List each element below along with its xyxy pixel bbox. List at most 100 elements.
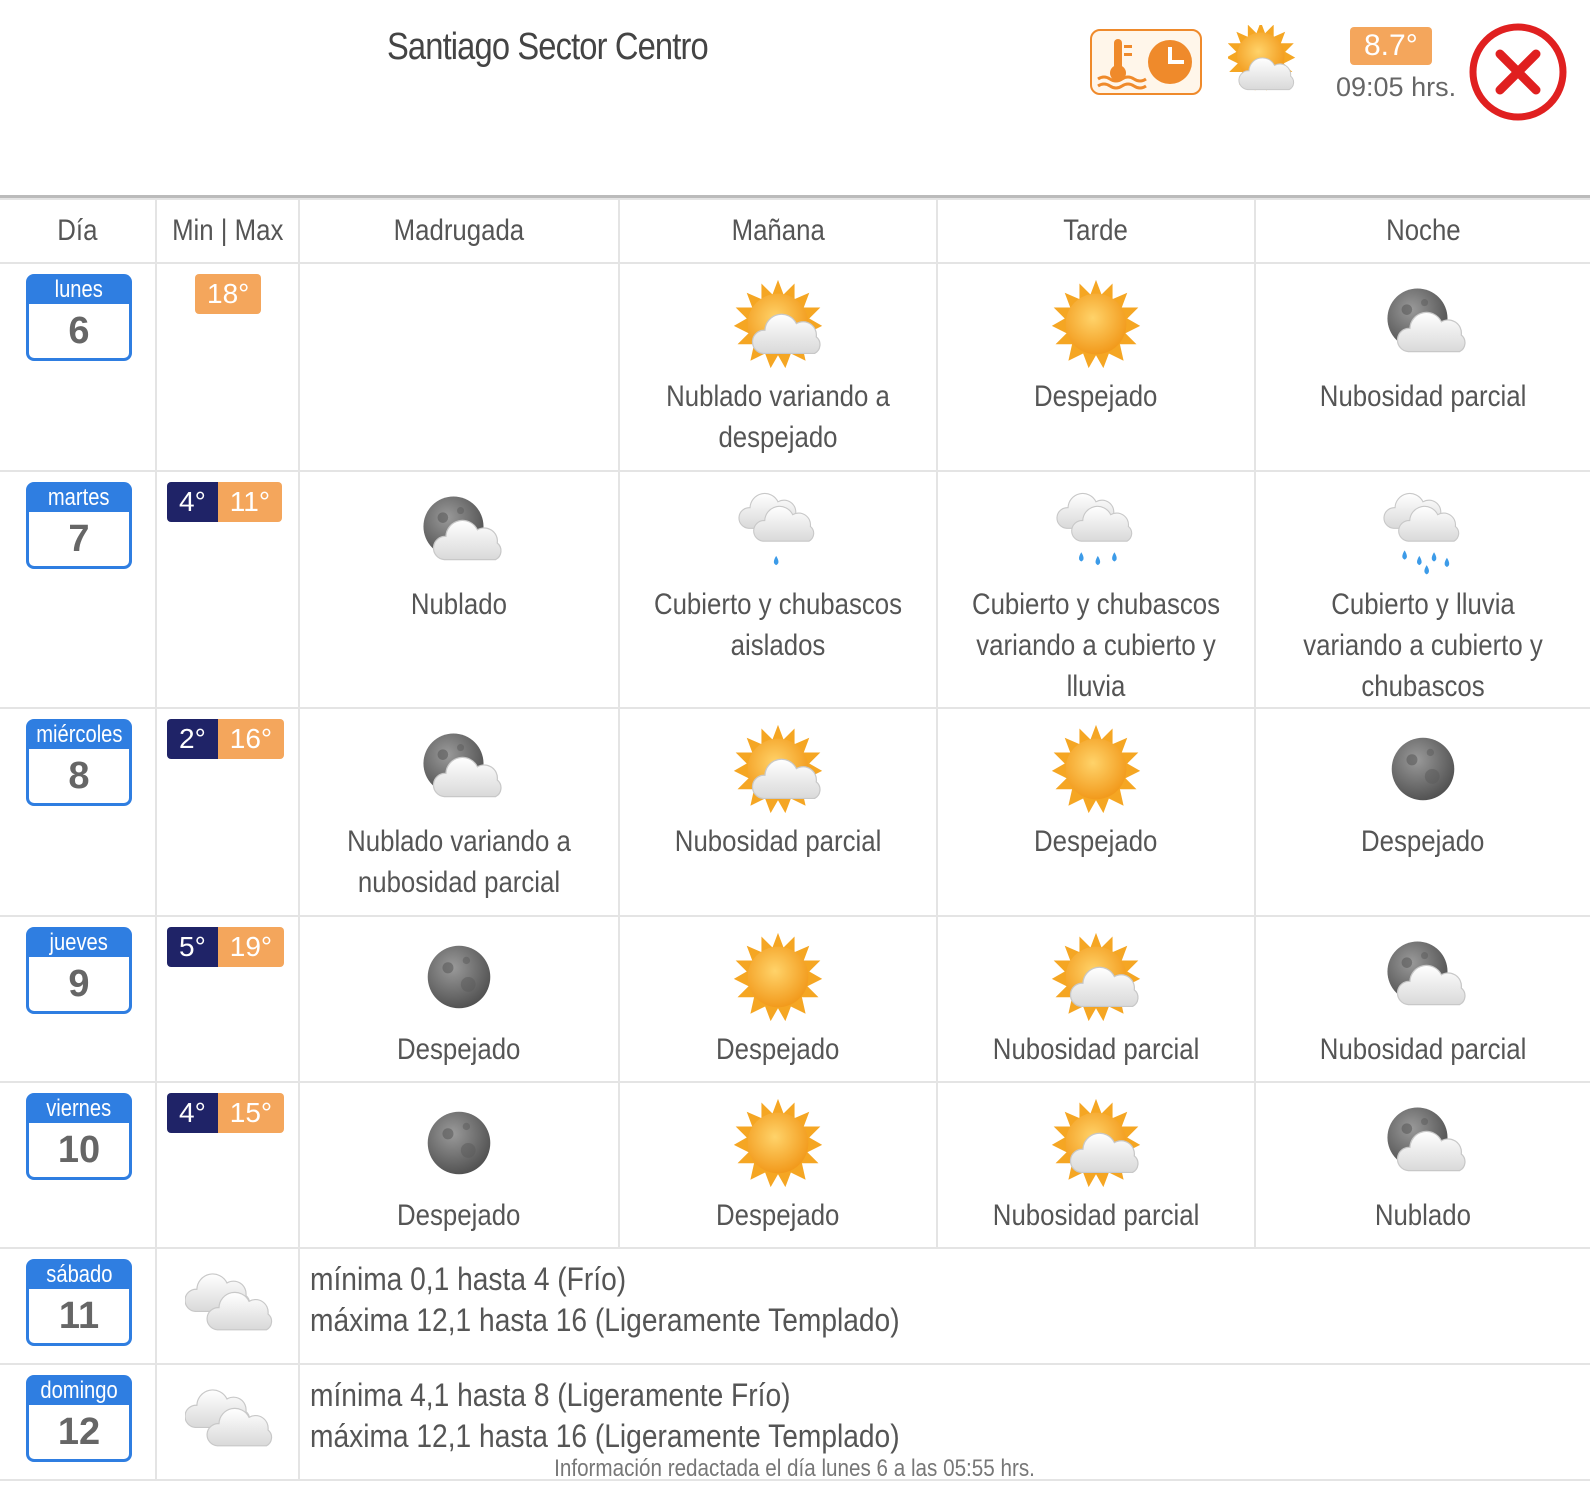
condition-text: Nubosidad parcial [1319,380,1527,413]
condition-text: Nubosidad parcial [992,1199,1200,1232]
close-icon[interactable] [1468,22,1568,122]
day-row: miércoles 8 2° 16° Nublado variando a nubosi… [0,707,1590,917]
max-temp: 11° [217,482,283,522]
history-button[interactable] [1090,29,1202,95]
period-cell: Despejado [618,1081,938,1249]
period-cell: Despejado [298,915,620,1083]
calendar-icon: miércoles 8 [26,719,132,807]
condition-text: Despejado [1361,825,1485,858]
condition-text: Despejado [716,1199,840,1232]
footer-note: Información redactada el día lunes 6 a l… [554,1455,1036,1482]
period-cell: Nubosidad parcial [1254,915,1590,1083]
col-header-manana: Mañana [618,198,938,264]
max-temp: 15° [217,1093,285,1133]
moon-cloud-icon [423,496,502,561]
col-header-minmax: Min | Max [155,198,300,264]
weekday-label: martes [48,484,110,511]
day-number: 10 [26,1123,132,1180]
period-cell: Cubierto y lluvia variando a cubierto y … [1254,470,1590,709]
period-cell: Nublado [1254,1081,1590,1249]
sun-icon [1051,279,1141,369]
day-number: 12 [26,1405,132,1462]
condition-text: Cubierto y lluvia variando a cubierto y … [1303,588,1543,703]
weekday-label: miércoles [35,721,123,748]
condition-text: Nublado [1374,1199,1472,1232]
min-temp: 5° [167,927,218,967]
period-cell: Despejado [936,262,1256,472]
condition-text: Nublado variando a nubosidad parcial [347,825,571,899]
day-cell: martes 7 [0,470,157,709]
weekday-label: jueves [49,929,109,956]
calendar-icon: jueves 9 [26,927,132,1015]
weekday-label: sábado [45,1261,113,1288]
period-cell: Nubosidad parcial [936,1081,1256,1249]
day-cell: viernes 10 [0,1081,157,1249]
sun-cloud-icon [733,279,823,369]
condition-text: Despejado [397,1199,521,1232]
current-time: 09:05 hrs. [1336,72,1457,102]
col-header-noche: Noche [1254,198,1590,264]
condition-text: Nubosidad parcial [992,1033,1200,1066]
minmax-cell: 4° 15° [155,1081,300,1249]
period-cell: Despejado [936,707,1256,917]
sun-cloud-icon [1051,932,1141,1022]
sun-icon [1051,724,1141,814]
condition-text: Despejado [1034,380,1158,413]
day-row: martes 7 4° 11° Nublado Cubierto y chubascos … [0,470,1590,709]
day-number: 9 [26,957,132,1014]
col-header-dia: Día [0,198,157,264]
moon-cloud-icon [423,733,502,798]
moon-icon [427,945,491,1009]
condition-text: Cubierto y chubascos variando a cubierto… [971,588,1221,703]
min-range-text: mínima 0,1 hasta 4 (Frío) [310,1261,627,1297]
sun-cloud-icon [733,724,823,814]
col-header-tarde: Tarde [936,198,1256,264]
weekday-label: domingo [40,1377,118,1404]
moon-cloud-icon [1387,1107,1466,1172]
current-weather-icon [1228,25,1296,91]
period-cell: Despejado [298,1081,620,1249]
col-header-madrugada: Madrugada [298,198,620,264]
max-range-text: máxima 12,1 hasta 16 (Ligeramente Templa… [310,1302,900,1338]
day-row: viernes 10 4° 15° Despejado Despejado Nubosida… [0,1081,1590,1249]
calendar-icon: martes 7 [26,482,132,570]
period-cell: Nubosidad parcial [618,707,938,917]
max-temp: 19° [217,927,285,967]
min-temp: 4° [167,482,218,522]
weekday-label: viernes [46,1095,112,1122]
sun-icon [733,932,823,1022]
header: Santiago Sector Centro 8.7° 09:05 hrs. [0,0,1590,195]
weekday-label: lunes [54,276,104,303]
day-row: jueves 9 5° 19° Despejado Despejado Nubosidad … [0,915,1590,1083]
day-number: 6 [26,304,132,361]
day-number: 7 [26,512,132,569]
minmax-cell: 4° 11° [155,470,300,709]
moon-icon [427,1111,491,1175]
calendar-icon: domingo 12 [26,1375,132,1463]
period-cell [298,262,620,472]
condition-text: Despejado [1034,825,1158,858]
period-cell: Nublado variando a despejado [618,262,938,472]
condition-text: Nublado [410,588,508,621]
period-cell: Nubosidad parcial [1254,262,1590,472]
period-cell: Nublado [298,470,620,709]
cloud-rain-icon [1056,492,1133,566]
condition-text: Despejado [716,1033,840,1066]
moon-icon [1391,737,1455,801]
day-cell: miércoles 8 [0,707,157,917]
condition-text: Cubierto y chubascos aislados [653,588,903,662]
min-range-text: mínima 4,1 hasta 8 (Ligeramente Frío) [310,1377,791,1413]
max-range-text: máxima 12,1 hasta 16 (Ligeramente Templa… [310,1418,900,1454]
calendar-icon: viernes 10 [26,1093,132,1181]
period-cell: Despejado [1254,707,1590,917]
day-cell: lunes 6 [0,262,157,472]
moon-cloud-icon [1387,941,1466,1006]
period-cell: Cubierto y chubascos variando a cubierto… [936,470,1256,709]
condition-text: Nubosidad parcial [1319,1033,1527,1066]
day-cell: jueves 9 [0,915,157,1083]
period-cell: Nublado variando a nubosidad parcial [298,707,620,917]
cloud-light-rain-icon [738,492,815,566]
day-number: 8 [26,749,132,806]
day-cell: sábado 11 [0,1247,157,1365]
calendar-icon: lunes 6 [26,274,132,362]
